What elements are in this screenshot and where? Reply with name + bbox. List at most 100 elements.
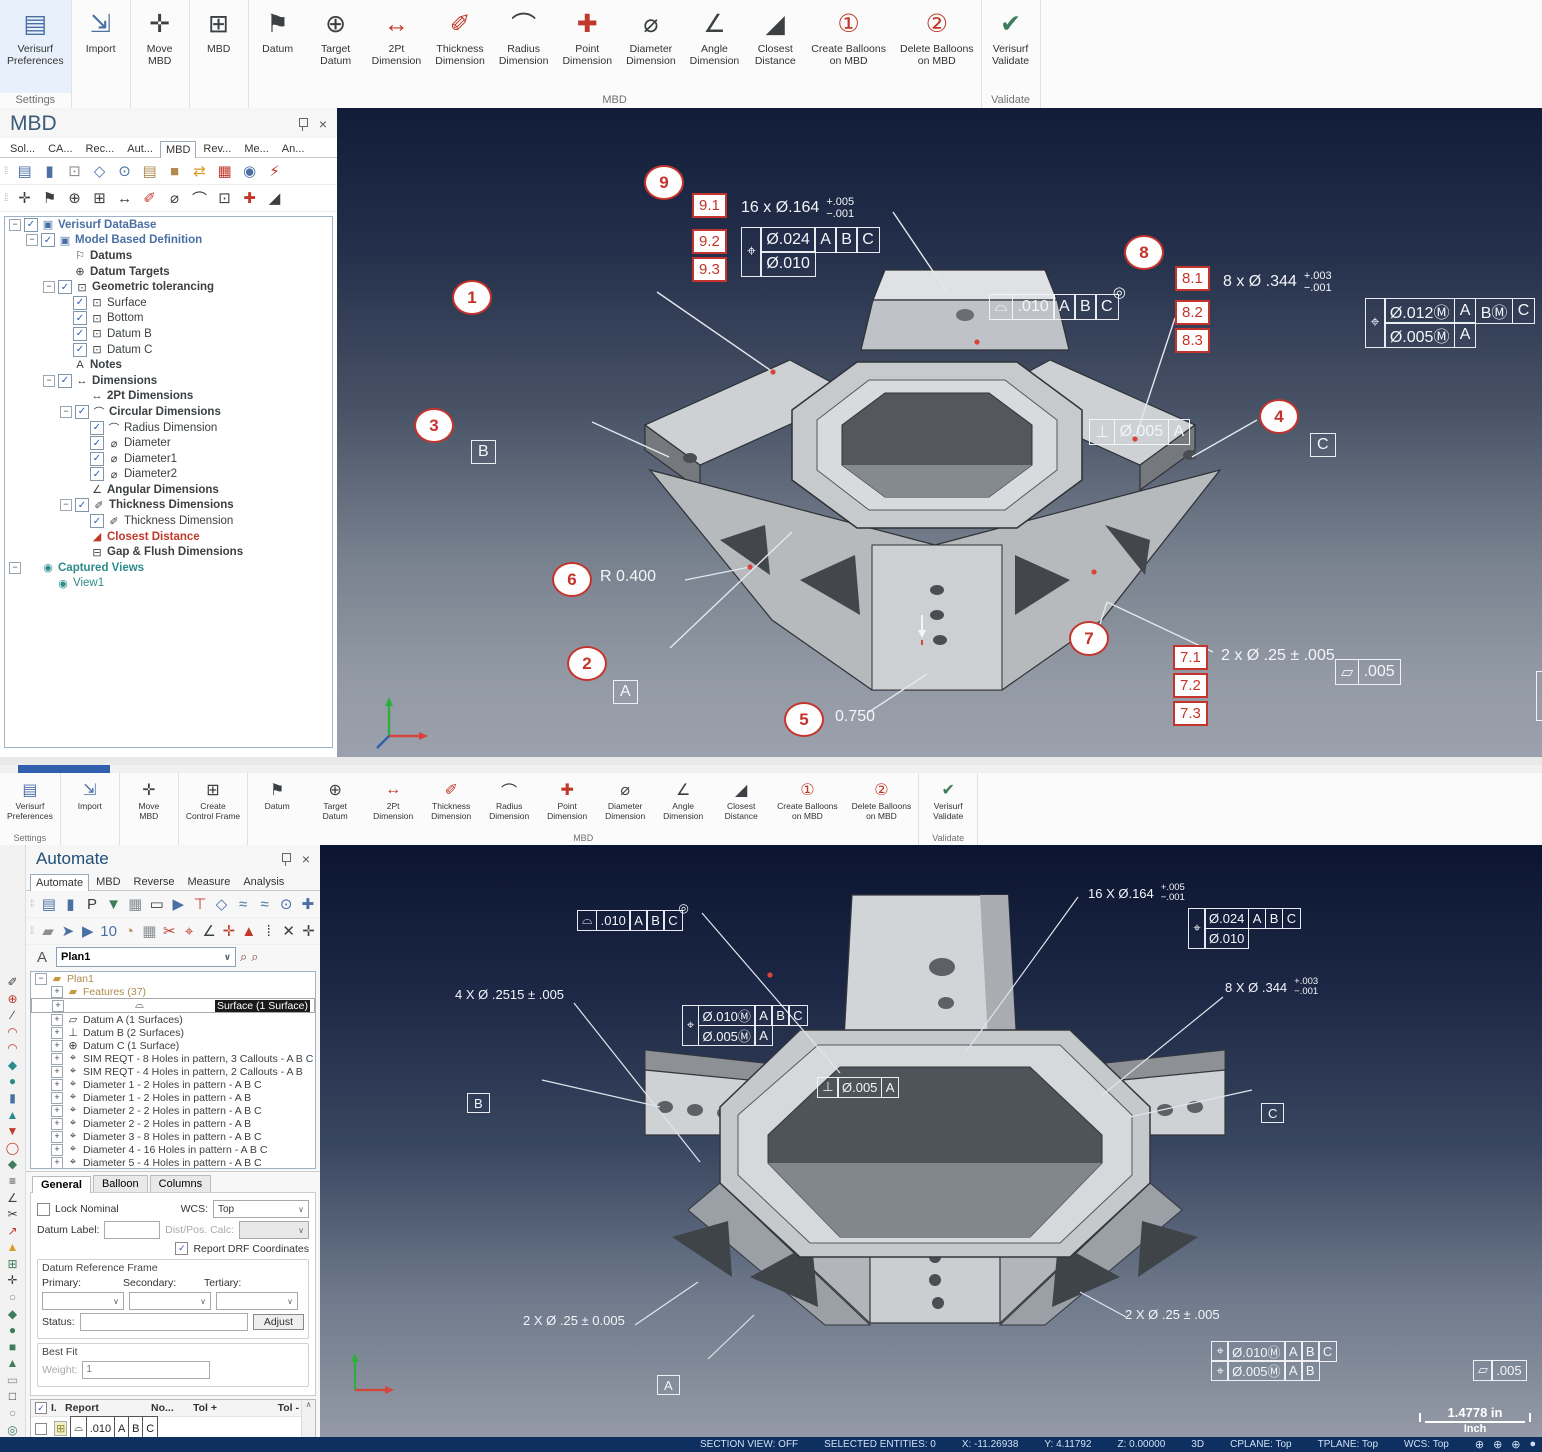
tree-item[interactable]: + ⌓ Surface (1 Surface) [31,998,315,1013]
ribbon-button[interactable]: ⊞CreateControl Frame [179,773,247,842]
dimension-callout[interactable]: 16 x Ø.164 +.005−.001 [741,196,854,220]
tree-expander[interactable] [77,423,87,433]
tree-item[interactable]: + ⌖ Diameter 1 - 2 Holes in pattern - A … [31,1091,315,1104]
tertiary-datum-select[interactable]: ∨ [216,1292,298,1310]
status-icon[interactable]: ● [1530,1438,1537,1451]
ribbon-button[interactable]: ✔VerisurfValidate [982,0,1040,93]
balloon-tag-7-2[interactable]: 7.2 [1173,673,1208,698]
side-tool-icon[interactable]: ◎ [7,1423,17,1437]
feature-control-frame-perpendicularity[interactable]: ⊥Ø.005A [1089,419,1188,445]
side-tool-icon[interactable]: ▲ [7,1356,19,1371]
side-tool-icon[interactable]: ◠ [7,1041,17,1056]
ribbon-button[interactable]: ⇲Import [61,773,119,842]
status-item[interactable]: WCS: Top [1404,1439,1449,1450]
side-tool-icon[interactable]: ▮ [9,1091,16,1106]
balloon-tag-8-1[interactable]: 8.1 [1175,266,1210,291]
tree-expander[interactable]: + [51,1014,63,1026]
lock-nominal-checkbox[interactable] [37,1203,50,1216]
close-icon[interactable]: × [302,852,310,866]
side-tool-icon[interactable]: ⊞ [7,1257,17,1272]
toolbar-icon[interactable]: ▦ [215,161,235,181]
toolbar-icon[interactable]: ⚡ [265,161,285,181]
status-item[interactable]: SELECTED ENTITIES: 0 [824,1439,936,1450]
status-item[interactable]: Y: 4.11792 [1044,1439,1091,1450]
toolbar-icon[interactable]: ■ [165,161,185,181]
tree-checkbox[interactable] [41,233,55,247]
side-tool-icon[interactable]: ∠ [7,1191,18,1206]
toolbar-icon[interactable]: ⊞ [90,188,110,208]
toolbar-icon[interactable]: ✚ [300,894,317,914]
tree-item[interactable]: + ⌖ Diameter 2 - 2 Holes in pattern - A … [31,1117,315,1130]
toolbar-icon[interactable]: ⌒ [190,188,210,208]
tree-expander[interactable]: + [51,1118,63,1130]
ribbon-button[interactable]: ↔2PtDimension [365,0,429,93]
tree-expander[interactable] [60,485,70,495]
tree-expander[interactable]: − [26,234,38,246]
status-field[interactable] [80,1313,248,1331]
ribbon-button[interactable]: ⌒RadiusDimension [492,0,556,93]
status-icon[interactable]: ⊕ [1475,1438,1484,1451]
tree-expander[interactable]: + [51,1053,63,1065]
tree-expander[interactable]: + [51,986,63,998]
toolbar-icon[interactable]: ⊙ [115,161,135,181]
toolbar-icon[interactable]: ▲ [241,921,256,941]
tree-expander[interactable]: + [51,1105,63,1117]
balloon-tag-7-1[interactable]: 7.1 [1173,645,1208,670]
ribbon-button[interactable]: ✐ThicknessDimension [428,0,492,93]
ribbon-button[interactable]: ✚PointDimension [555,0,619,93]
balloon-4[interactable]: 4 [1259,399,1299,434]
status-item[interactable]: X: -11.26938 [962,1439,1019,1450]
balloon-3[interactable]: 3 [414,408,454,443]
primary-datum-select[interactable]: ∨ [42,1292,124,1310]
balloon-7[interactable]: 7 [1069,621,1109,656]
tree-expander[interactable]: + [51,1144,63,1156]
ribbon-button[interactable]: ⌀DiameterDimension [619,0,683,93]
toolbar-icon[interactable]: ▤ [15,161,35,181]
tree-item[interactable]: ⌀ Diameter2 [5,467,332,483]
tree-item[interactable]: + ▰ Features (37) [31,985,315,998]
tree-item[interactable]: − ✐ Thickness Dimensions [5,498,332,514]
side-tool-icon[interactable]: ▼ [7,1124,19,1139]
thickness-dimension-text[interactable]: 0.750 [835,708,875,726]
scrollbar[interactable]: ∧∨ [301,1400,315,1437]
status-icon[interactable]: ⊕ [1511,1438,1520,1451]
ribbon-button[interactable]: ▤VerisurfPreferences [0,0,71,93]
ribbon-button[interactable]: ✛MoveMBD [131,0,189,105]
toolbar-icon[interactable]: ▼ [105,894,122,914]
side-tool-icon[interactable]: ≡ [9,1174,16,1189]
side-tool-icon[interactable]: ▲ [7,1240,19,1255]
panel-tab[interactable]: Reverse [128,873,181,890]
balloon-1[interactable]: 1 [452,280,492,315]
tree-item[interactable]: − ▣ Model Based Definition [5,233,332,249]
tree-expander[interactable]: − [35,973,47,985]
tree-expander[interactable] [77,454,87,464]
tree-expander[interactable]: + [51,1027,63,1039]
tree-item[interactable]: + ⌖ Diameter 3 - 8 Holes in pattern - A … [31,1130,315,1143]
side-tool-icon[interactable]: ▭ [7,1373,18,1388]
toolbar-icon[interactable]: ↔ [115,188,135,208]
ribbon-button[interactable]: ✚PointDimension [538,773,596,832]
side-tool-icon[interactable]: ✛ [7,1273,17,1288]
search-icon[interactable]: ⌕ [240,949,247,965]
tree-checkbox[interactable] [75,498,89,512]
tree-expander[interactable]: + [51,1157,63,1169]
balloon-tag-9-1[interactable]: 9.1 [692,193,727,218]
toolbar-icon[interactable]: ⇄ [190,161,210,181]
secondary-datum-select[interactable]: ∨ [129,1292,211,1310]
toolbar-icon[interactable]: ▭ [148,894,165,914]
tree-item[interactable]: + ⌖ Diameter 4 - 16 Holes in pattern - A… [31,1143,315,1156]
panel-tab[interactable]: Sol... [4,140,41,157]
toolbar-icon[interactable]: ➤ [60,921,75,941]
tree-item[interactable]: − ↔ Dimensions [5,373,332,389]
tree-item[interactable]: ⊡ Surface [5,295,332,311]
toolbar-icon[interactable]: ▮ [62,894,79,914]
tree-expander[interactable]: + [51,1092,63,1104]
property-tab[interactable]: Balloon [93,1175,148,1192]
feature-control-frame[interactable]: ⌖Ø.010ⓂABC ⌖Ø.005ⓂAB [1211,1341,1335,1382]
toolbar-icon[interactable]: ⌀ [165,188,185,208]
tree-item[interactable]: + ⌖ Diameter 1 - 2 Holes in pattern - A … [31,1078,315,1091]
feature-control-frame[interactable]: ⌖ Ø.010ⓂABC Ø.005ⓂA [682,1005,806,1046]
dimension-callout[interactable]: 8 x Ø .344 +.003−.001 [1223,270,1332,294]
toolbar-icon[interactable]: ✐ [140,188,160,208]
tree-item[interactable]: ◢ Closest Distance [5,529,332,545]
